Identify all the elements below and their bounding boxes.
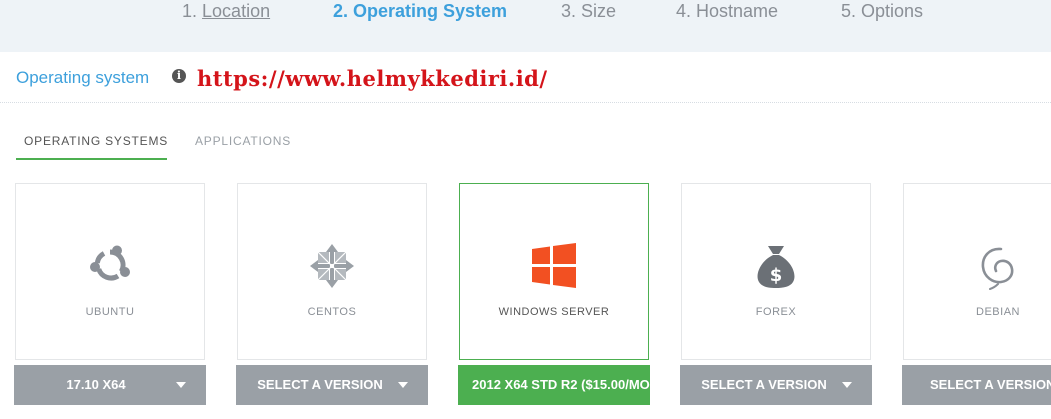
money-bag-icon: $ [757, 246, 795, 288]
tab-operating-systems[interactable]: OPERATING SYSTEMS [24, 132, 168, 150]
section-divider [0, 102, 1051, 103]
chevron-down-icon [398, 382, 408, 388]
version-select-windows-server[interactable]: 2012 X64 STD R2 ($15.00/MO [458, 365, 650, 405]
step-size[interactable]: 3. Size [561, 0, 616, 22]
version-select-centos[interactable]: SELECT A VERSION [236, 365, 428, 405]
version-select-debian[interactable]: SELECT A VERSION [902, 365, 1051, 405]
step-location-label[interactable]: Location [202, 1, 270, 21]
centos-logo-icon [310, 244, 354, 288]
step-hostname[interactable]: 4. Hostname [676, 0, 778, 22]
os-card-ubuntu[interactable]: UBUNTU [15, 183, 205, 360]
version-label: 17.10 X64 [66, 377, 126, 392]
chevron-down-icon [842, 382, 852, 388]
step-options[interactable]: 5. Options [841, 0, 923, 22]
watermark-url: https://www.helmykkediri.id/ [197, 66, 548, 91]
debian-swirl-icon [981, 247, 1014, 290]
version-label: 2012 X64 STD R2 ($15.00/MO [472, 377, 650, 392]
version-label: SELECT A VERSION [701, 377, 827, 392]
wizard-steps: 1. Location 2. Operating System 3. Size … [0, 0, 1051, 52]
version-select-ubuntu[interactable]: 17.10 X64 [14, 365, 206, 405]
os-name: FOREX [755, 306, 797, 318]
chevron-down-icon [176, 382, 186, 388]
step-number: 1. [182, 1, 198, 21]
os-name: UBUNTU [85, 306, 135, 318]
ubuntu-logo-icon [90, 245, 130, 281]
os-card-forex[interactable]: $ FOREX [681, 183, 871, 360]
windows-logo-icon [532, 243, 576, 288]
version-label: SELECT A VERSION [257, 377, 383, 392]
page: 1. Location 2. Operating System 3. Size … [0, 0, 1051, 419]
os-name: CENTOS [307, 306, 357, 318]
svg-text:$: $ [770, 265, 783, 286]
tab-applications[interactable]: APPLICATIONS [195, 132, 291, 150]
version-label: SELECT A VERSION [930, 377, 1051, 392]
os-name: DEBIAN [976, 306, 1020, 318]
os-card-centos[interactable]: CENTOS [237, 183, 427, 360]
section-title: Operating system [16, 68, 150, 87]
info-icon[interactable]: i [172, 69, 186, 83]
os-card-windows-server[interactable]: WINDOWS SERVER [459, 183, 649, 360]
os-card-debian[interactable]: DEBIAN [903, 183, 1051, 360]
step-location[interactable]: 1. Location [182, 0, 270, 22]
step-operating-system[interactable]: 2. Operating System [333, 0, 507, 22]
active-tab-indicator [16, 158, 167, 160]
version-select-forex[interactable]: SELECT A VERSION [680, 365, 872, 405]
os-name: WINDOWS SERVER [498, 306, 610, 318]
